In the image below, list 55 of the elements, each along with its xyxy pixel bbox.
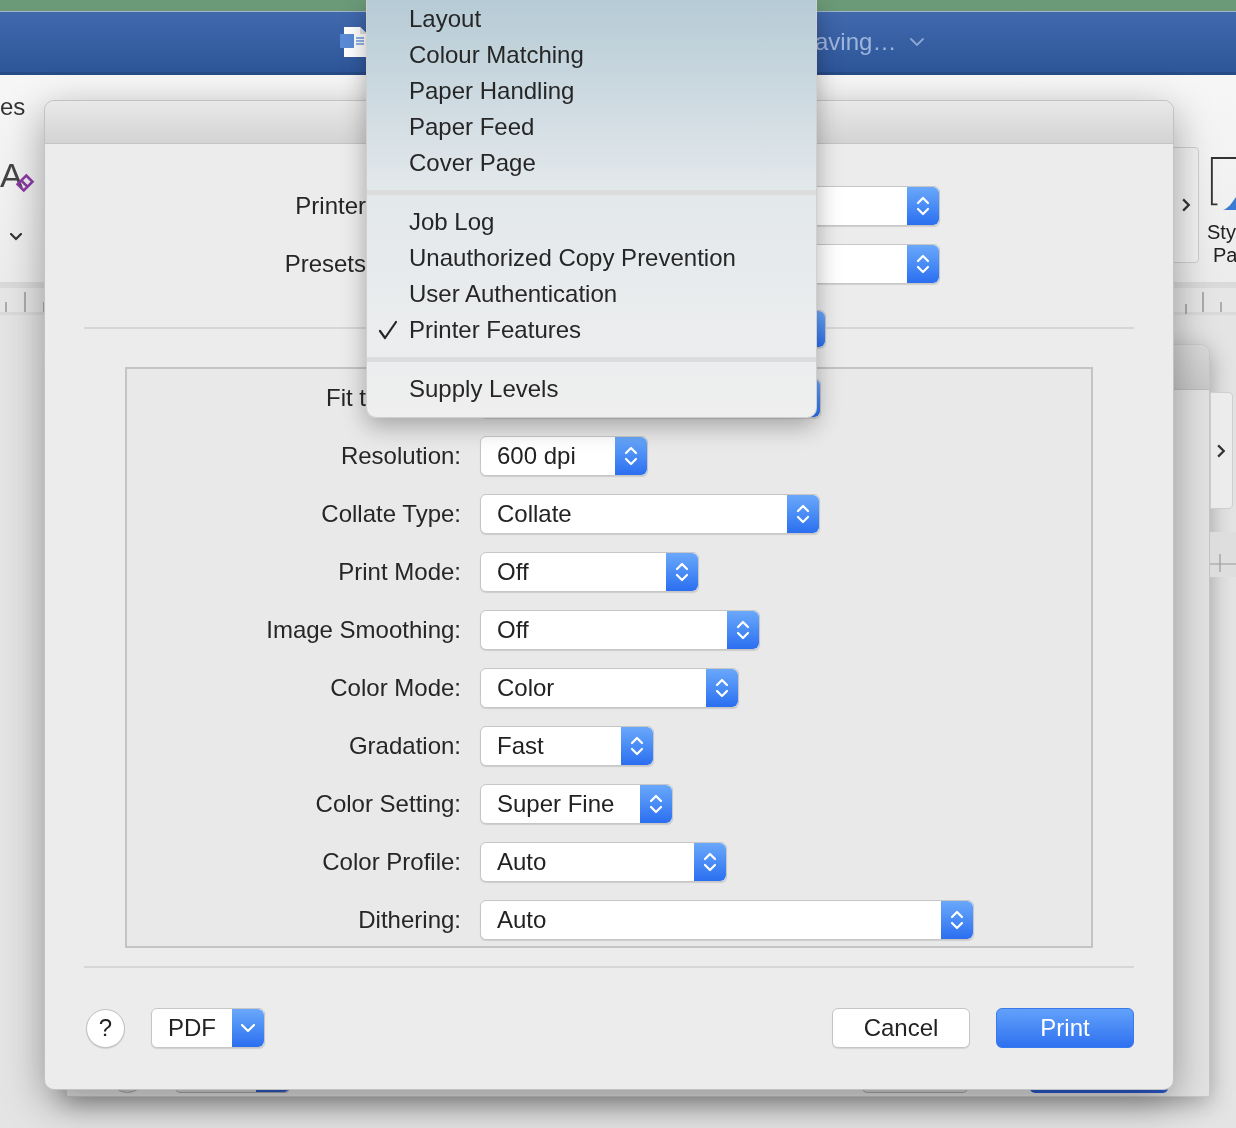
- menu-item[interactable]: Job Log: [367, 204, 816, 240]
- styles-pane-label[interactable]: Sty: [1207, 221, 1236, 244]
- up-down-chevron-icon: [694, 843, 726, 881]
- option-label: Image Smoothing:: [266, 615, 461, 645]
- up-down-chevron-icon: [787, 495, 819, 533]
- dropdown[interactable]: Off: [480, 552, 699, 592]
- dropdown[interactable]: Collate: [480, 494, 820, 534]
- option-label: Resolution:: [340, 441, 461, 471]
- up-down-chevron-icon: [727, 611, 759, 649]
- option-label: Color Profile:: [322, 847, 461, 877]
- option-label: Gradation:: [348, 731, 461, 761]
- chevron-down-icon[interactable]: [10, 233, 22, 241]
- option-label: Dithering:: [358, 905, 461, 935]
- menu-item[interactable]: Unauthorized Copy Prevention: [367, 240, 816, 276]
- up-down-chevron-icon: [941, 901, 973, 939]
- styles-pane-icon[interactable]: [1210, 155, 1236, 213]
- menu-item[interactable]: User Authentication: [367, 276, 816, 312]
- chevron-down-icon: [232, 1009, 264, 1047]
- menu-item[interactable]: Cover Page: [367, 145, 816, 181]
- presets-label: Presets: [284, 249, 366, 279]
- option-label: Print Mode:: [338, 557, 461, 587]
- dropdown[interactable]: Color: [480, 668, 739, 708]
- menu-item[interactable]: Printer Features: [367, 312, 816, 348]
- dropdown[interactable]: Super Fine: [480, 784, 673, 824]
- format-letter[interactable]: A: [0, 157, 23, 193]
- dropdown[interactable]: 600 dpi: [480, 436, 648, 476]
- menu-item[interactable]: Colour Matching: [367, 37, 816, 73]
- up-down-chevron-icon: [621, 727, 653, 765]
- ribbon-tab[interactable]: es: [0, 93, 26, 121]
- up-down-chevron-icon: [706, 669, 738, 707]
- option-label: Color Setting:: [315, 789, 461, 819]
- menu-item[interactable]: Paper Feed: [367, 109, 816, 145]
- dropdown[interactable]: Fast: [480, 726, 654, 766]
- menu-item[interactable]: Layout: [367, 1, 816, 37]
- chevron-down-icon: [910, 38, 925, 46]
- printer-label: Printer: [295, 191, 366, 221]
- option-label: Fit t: [326, 383, 366, 413]
- option-label: Collate Type:: [321, 499, 461, 529]
- up-down-chevron-icon: [615, 437, 647, 475]
- dropdown[interactable]: Auto: [480, 842, 727, 882]
- dropdown[interactable]: Off: [480, 610, 760, 650]
- chevron-right-icon: [1217, 443, 1226, 458]
- cancel-button[interactable]: Cancel: [832, 1008, 970, 1048]
- option-label: Color Mode:: [330, 673, 461, 703]
- help-button[interactable]: ?: [86, 1008, 125, 1048]
- menu-item[interactable]: Paper Handling: [367, 73, 816, 109]
- up-down-chevron-icon: [640, 785, 672, 823]
- menu-item[interactable]: Supply Levels: [367, 371, 816, 407]
- chevron-right-icon: [1181, 198, 1191, 212]
- window-title: aving…: [815, 27, 897, 57]
- dropdown[interactable]: Auto: [480, 900, 974, 940]
- up-down-chevron-icon: [666, 553, 698, 591]
- checkmark-icon: [378, 320, 398, 340]
- pdf-menu-button[interactable]: PDF: [151, 1008, 265, 1048]
- document-icon: [340, 26, 368, 58]
